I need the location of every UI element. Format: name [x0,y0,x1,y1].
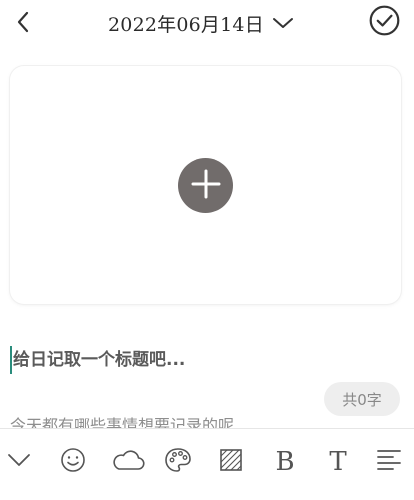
emoji-icon [60,447,86,477]
image-upload-area[interactable] [10,66,401,304]
body-field[interactable] [10,408,404,428]
chevron-down-icon [272,16,294,30]
title-field[interactable] [10,345,404,375]
align-button[interactable] [372,445,406,479]
chevron-down-icon [7,452,31,472]
cloud-icon [111,448,145,476]
text-caret [10,346,12,374]
date-selector[interactable]: 2022年06月14日 [108,8,294,38]
title-input[interactable] [13,350,393,370]
align-icon [376,448,402,476]
text-size-button[interactable]: T [321,445,355,479]
bold-button[interactable]: B [268,445,302,479]
background-button[interactable] [214,445,248,479]
emoji-button[interactable] [56,445,90,479]
text-size-icon: T [329,447,347,477]
format-toolbar: B T [0,428,414,500]
back-button[interactable] [8,10,38,38]
body-input[interactable] [10,410,404,428]
palette-button[interactable] [161,445,195,479]
background-pattern-icon [219,448,243,476]
date-label: 2022年06月14日 [108,13,264,36]
weather-button[interactable] [108,445,148,479]
confirm-button[interactable] [369,5,400,40]
bold-icon: B [275,447,295,477]
chevron-left-icon [16,11,30,37]
check-circle-icon [369,5,400,40]
collapse-keyboard-button[interactable] [2,445,36,479]
add-image-button[interactable] [178,158,233,213]
plus-icon [190,168,222,204]
top-bar: 2022年06月14日 [0,0,414,48]
palette-icon [164,447,192,477]
